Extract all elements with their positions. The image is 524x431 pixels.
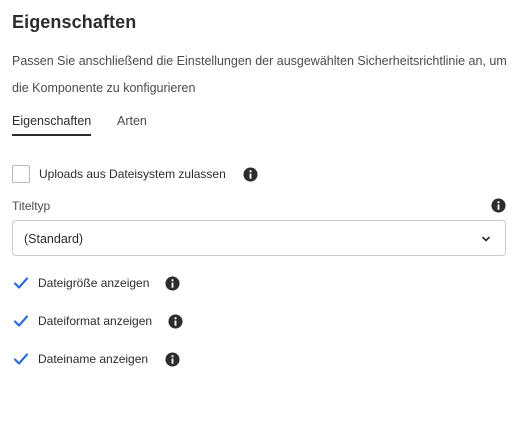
checkmark-icon (13, 353, 29, 365)
uploads-checkbox[interactable] (12, 165, 30, 183)
info-icon[interactable] (491, 198, 506, 213)
fileformat-checkbox[interactable] (12, 312, 30, 330)
info-icon[interactable] (165, 275, 180, 291)
tab-bar: Eigenschaften Arten (12, 114, 212, 142)
info-icon[interactable] (168, 313, 183, 329)
filename-option-row: Dateiname anzeigen (12, 349, 180, 369)
uploads-option-row: Uploads aus Dateisystem zulassen (12, 164, 258, 184)
tab-arten[interactable]: Arten (117, 114, 147, 136)
tab-eigenschaften[interactable]: Eigenschaften (12, 114, 92, 136)
filename-checkbox[interactable] (12, 350, 30, 368)
checkmark-icon (13, 277, 29, 289)
filesize-checkbox[interactable] (12, 274, 30, 292)
uploads-option-label: Uploads aus Dateisystem zulassen (39, 167, 226, 181)
fileformat-option-label: Dateiformat anzeigen (38, 314, 153, 328)
info-icon[interactable] (243, 166, 258, 182)
filename-option-label: Dateiname anzeigen (38, 352, 149, 366)
fileformat-option-row: Dateiformat anzeigen (12, 311, 183, 331)
title-type-label: Titeltyp (12, 199, 51, 213)
checkmark-icon (13, 315, 29, 327)
title-type-value: (Standard) (24, 232, 84, 246)
properties-panel: Eigenschaften Passen Sie anschließend di… (0, 0, 524, 431)
info-icon[interactable] (165, 351, 180, 367)
filesize-option-row: Dateigröße anzeigen (12, 273, 180, 293)
title-type-select[interactable]: (Standard) (12, 220, 506, 256)
chevron-down-icon (482, 236, 490, 242)
panel-description: Passen Sie anschließend die Einstellunge… (12, 54, 507, 95)
filesize-option-label: Dateigröße anzeigen (38, 276, 150, 290)
panel-title: Eigenschaften (12, 12, 137, 32)
